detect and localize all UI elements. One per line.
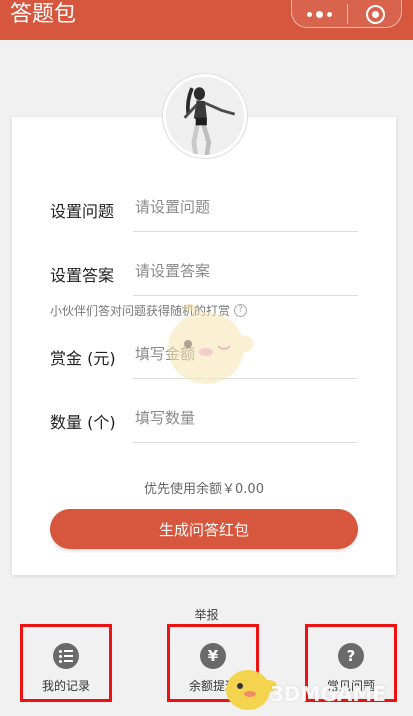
mascot-watermark xyxy=(168,304,254,384)
question-input[interactable] xyxy=(133,192,358,232)
page-title: 答题包 xyxy=(10,2,77,27)
list-icon xyxy=(53,643,79,669)
quantity-field: 数量 (个) xyxy=(50,403,358,443)
answer-label: 设置答案 xyxy=(50,266,115,285)
answer-field: 设置答案 xyxy=(50,256,358,296)
target-icon xyxy=(366,4,385,24)
question-icon: ? xyxy=(338,643,364,669)
generate-red-packet-button[interactable]: 生成问答红包 xyxy=(50,509,358,549)
avatar-photo xyxy=(166,77,244,155)
avatar xyxy=(163,74,247,158)
balance-text: 优先使用余额￥0.00 xyxy=(144,482,264,497)
app-header: 答题包 xyxy=(0,0,413,40)
quantity-input[interactable] xyxy=(133,403,358,443)
quantity-label: 数量 (个) xyxy=(50,413,116,432)
nav-my-records-label: 我的记录 xyxy=(41,679,90,693)
nav-my-records[interactable]: 我的记录 xyxy=(20,624,112,702)
amount-label: 赏金 (元) xyxy=(50,349,116,368)
close-miniprogram-button[interactable] xyxy=(348,0,403,28)
site-watermark: 3DMGAME xyxy=(270,682,386,706)
question-field: 设置问题 xyxy=(50,192,358,232)
report-link[interactable]: 举报 xyxy=(0,606,413,623)
question-label: 设置问题 xyxy=(50,202,115,221)
more-button[interactable] xyxy=(292,0,347,28)
miniprogram-capsule xyxy=(291,0,402,28)
answer-input[interactable] xyxy=(133,256,358,296)
